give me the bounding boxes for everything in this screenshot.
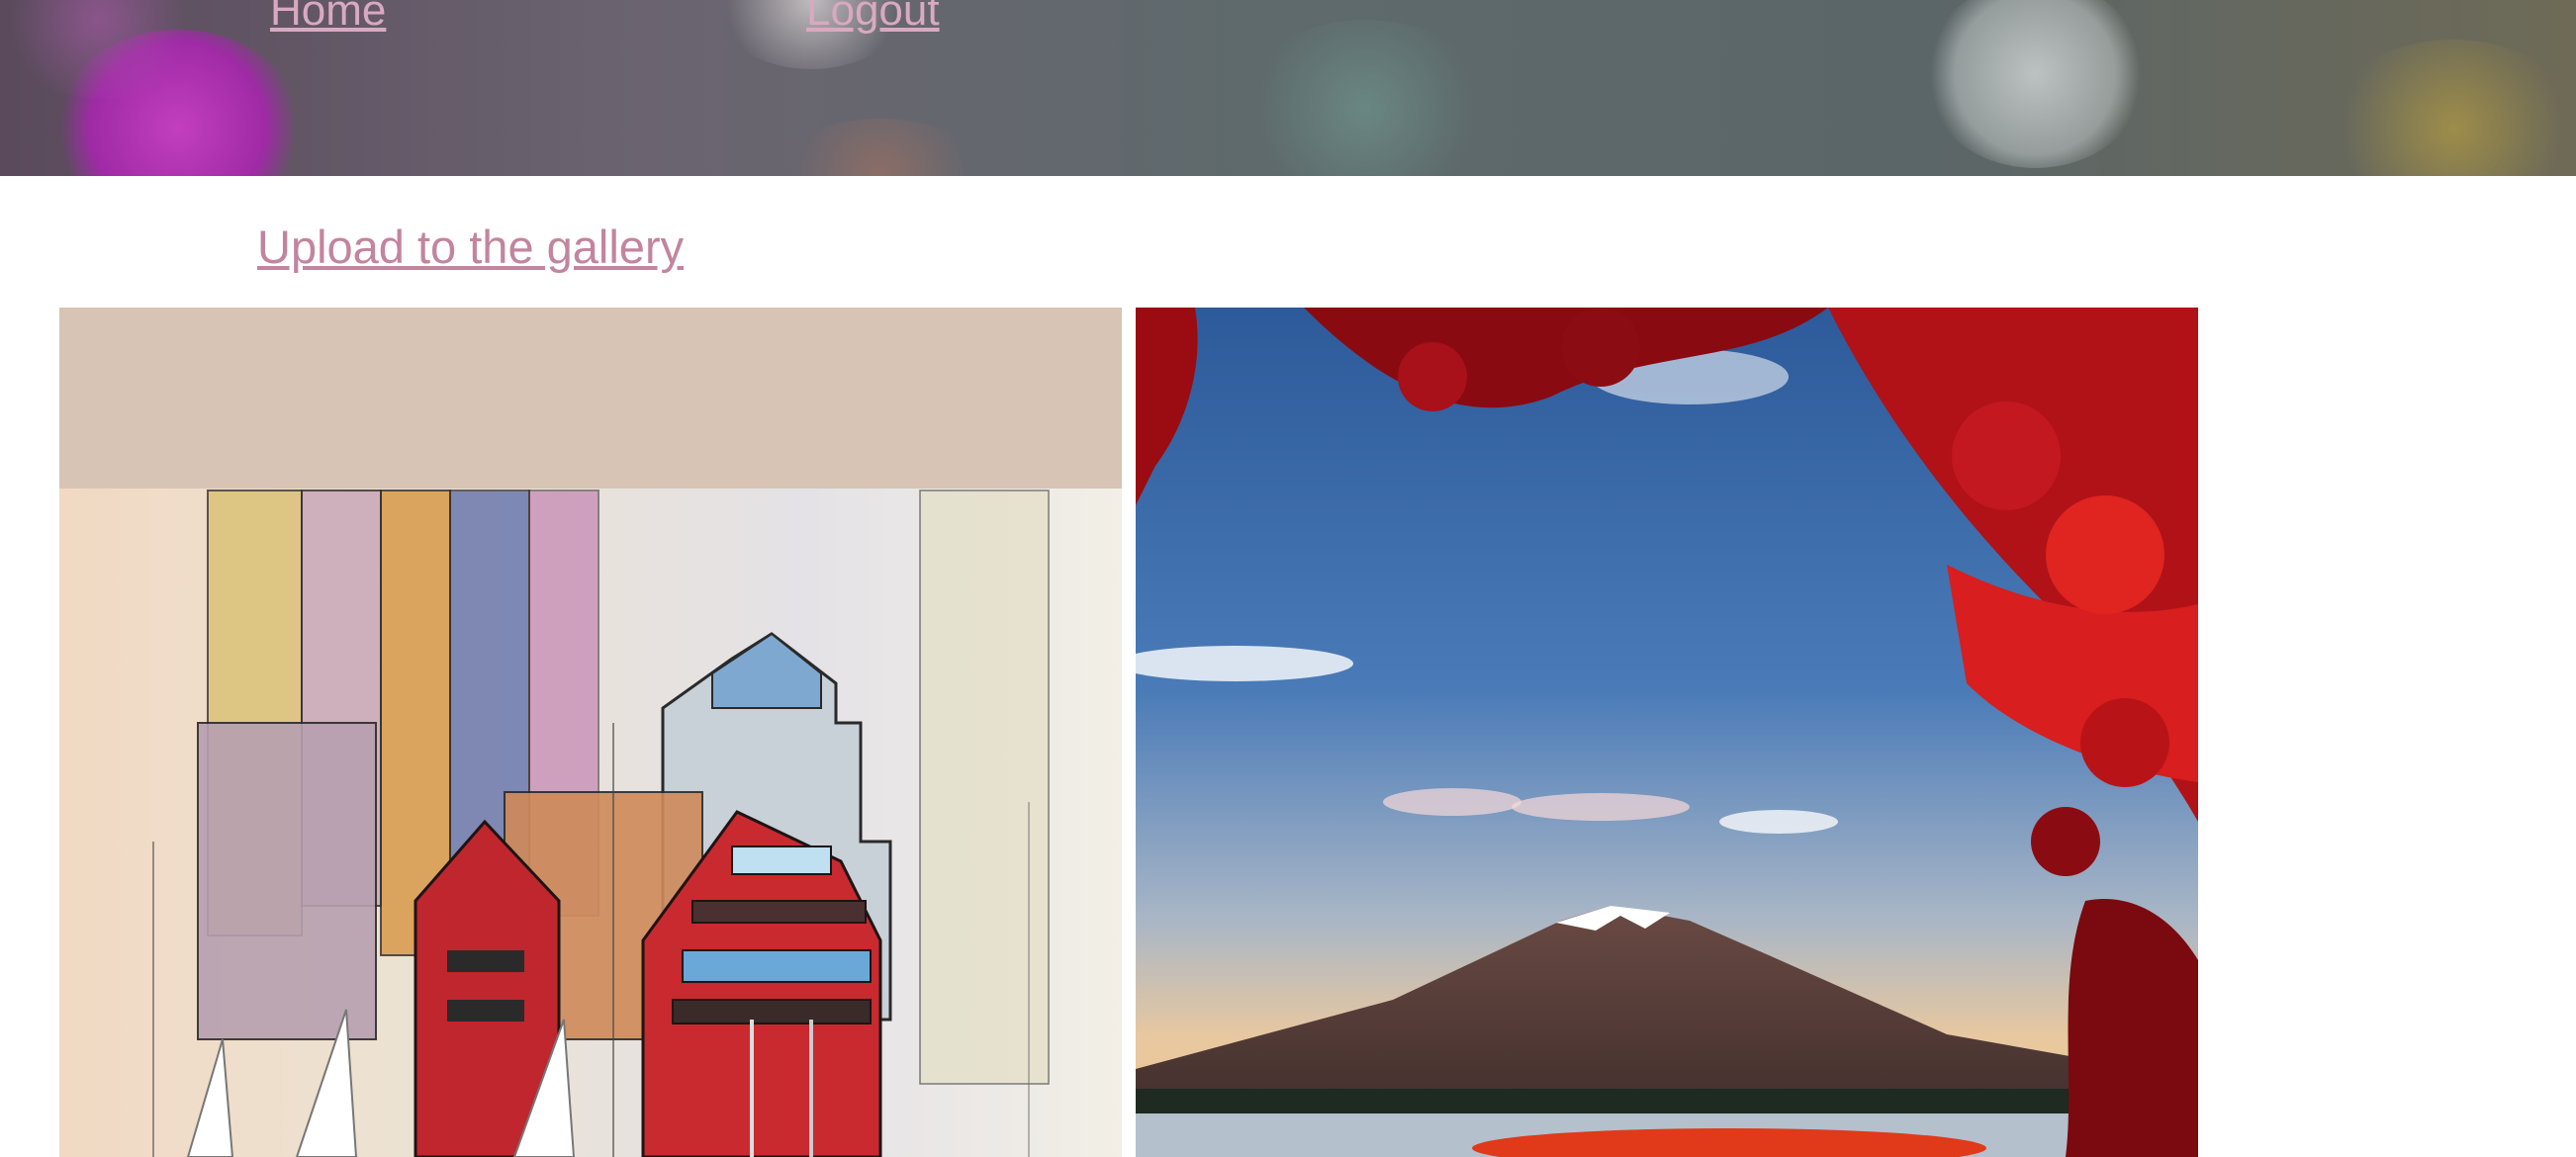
upload-to-gallery-link[interactable]: Upload to the gallery xyxy=(257,220,684,274)
nav-home-link[interactable]: Home xyxy=(270,0,386,36)
gallery-item[interactable] xyxy=(59,308,1122,1157)
gallery-image-city-painting xyxy=(59,308,1122,1157)
gallery-image-fuji-photo xyxy=(1136,308,2198,1157)
nav-logout-link[interactable]: Logout xyxy=(806,0,940,36)
gallery-item[interactable] xyxy=(1136,308,2198,1157)
header-banner: Home Logout xyxy=(0,0,2576,176)
